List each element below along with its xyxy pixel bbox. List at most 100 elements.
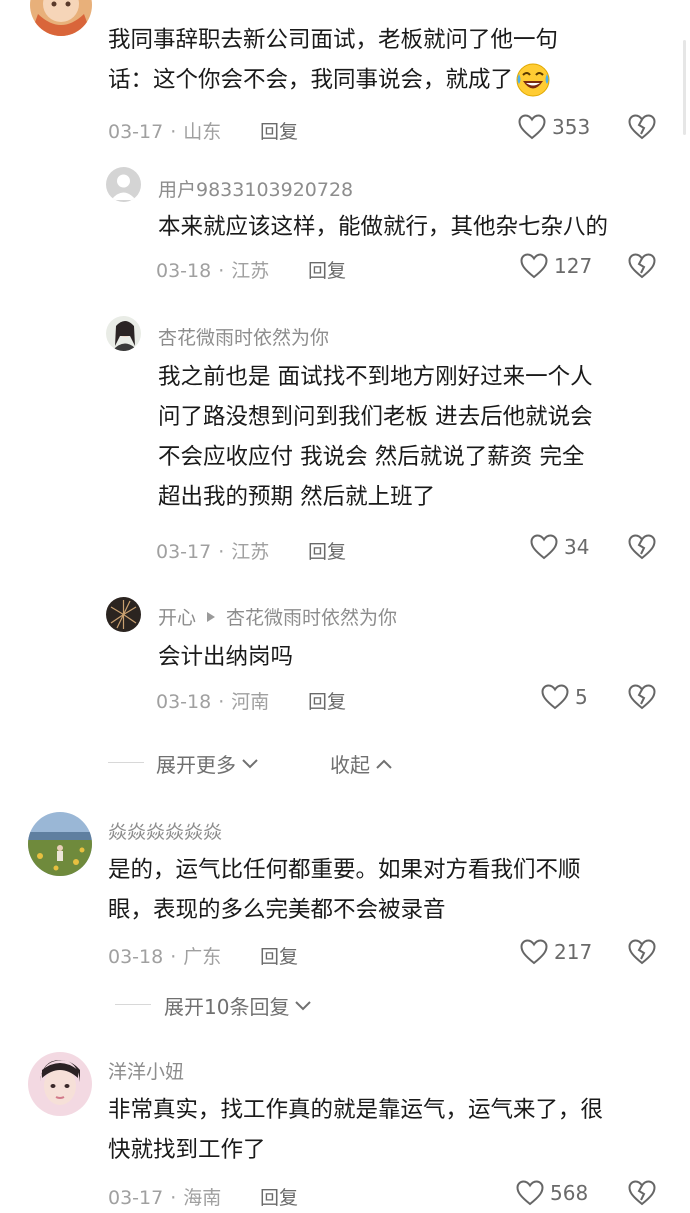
divider-line xyxy=(108,762,144,763)
avatar[interactable] xyxy=(106,167,141,202)
collapse-button[interactable]: 收起 xyxy=(330,749,394,778)
comment-text-line: 不会应收应付 我说会 然后就说了薪资 完全 xyxy=(158,444,585,470)
comment-text-line: 本来就应该这样，能做就行，其他杂七杂八的 xyxy=(158,214,609,240)
username[interactable]: 用户9833103920728 xyxy=(158,175,353,202)
reply-header: 开心 杏花微雨时依然为你 xyxy=(158,603,397,630)
comment-meta: 03-18 · 广东 xyxy=(108,942,221,969)
avatar[interactable] xyxy=(28,812,92,876)
heart-icon xyxy=(520,253,548,279)
comment-region: 江苏 xyxy=(231,260,270,282)
comment-region: 江苏 xyxy=(231,541,270,563)
broken-heart-icon xyxy=(628,534,656,560)
like-count: 127 xyxy=(554,254,593,278)
reply-button[interactable]: 回复 xyxy=(260,1183,298,1210)
comment-region: 河南 xyxy=(231,691,270,713)
comment-text-line: 眼，表现的多么完美都不会被录音 xyxy=(108,897,446,923)
reply-button[interactable]: 回复 xyxy=(260,117,298,144)
comment-meta: 03-17 · 海南 xyxy=(108,1183,221,1210)
broken-heart-icon xyxy=(628,684,656,710)
username[interactable]: 洋洋小妞 xyxy=(108,1057,184,1084)
reply-button[interactable]: 回复 xyxy=(308,256,346,283)
like-count: 34 xyxy=(564,535,590,559)
comment-text: 非常真实，找工作真的就是靠运气，运气来了，很 快就找到工作了 xyxy=(108,1090,603,1170)
avatar-image xyxy=(28,812,92,876)
divider-line xyxy=(115,1004,151,1005)
comment-text: 本来就应该这样，能做就行，其他杂七杂八的 xyxy=(158,207,608,247)
expand-replies-label: 展开10条回复 xyxy=(164,995,290,1019)
broken-heart-icon xyxy=(628,114,656,140)
heart-icon xyxy=(530,534,558,560)
avatar[interactable] xyxy=(30,0,92,36)
comment-date: 03-18 xyxy=(156,260,212,282)
dislike-button[interactable] xyxy=(628,684,656,714)
comment-region: 山东 xyxy=(183,121,222,143)
dislike-button[interactable] xyxy=(628,939,656,969)
like-button[interactable]: 34 xyxy=(530,534,589,560)
heart-icon xyxy=(520,939,548,965)
chevron-down-icon xyxy=(295,1000,312,1010)
comment-text-line: 我之前也是 面试找不到地方刚好过来一个人 xyxy=(158,364,593,390)
comment-date: 03-18 xyxy=(108,946,164,968)
like-button[interactable]: 353 xyxy=(518,114,590,140)
like-button[interactable]: 127 xyxy=(520,253,592,279)
meta-separator: · xyxy=(218,691,225,713)
comment-text: 会计出纳岗吗 xyxy=(158,637,293,677)
avatar[interactable] xyxy=(106,597,141,632)
comment-text-line: 是的，运气比任何都重要。如果对方看我们不顺 xyxy=(108,857,581,883)
scrollbar[interactable] xyxy=(683,40,686,135)
comment-meta: 03-18 · 江苏 xyxy=(156,256,269,283)
heart-icon xyxy=(518,114,546,140)
like-button[interactable]: 5 xyxy=(541,684,588,710)
dislike-button[interactable] xyxy=(628,534,656,564)
comment-text-line: 问了路没想到问到我们老板 进去后他就说会 xyxy=(158,404,593,430)
dislike-button[interactable] xyxy=(628,114,656,144)
broken-heart-icon xyxy=(628,1180,656,1206)
meta-separator: · xyxy=(218,541,225,563)
avatar[interactable] xyxy=(28,1052,92,1116)
comment-region: 广东 xyxy=(183,946,222,968)
reply-button[interactable]: 回复 xyxy=(260,942,298,969)
comment-region: 海南 xyxy=(183,1187,222,1209)
comment-date: 03-18 xyxy=(156,691,212,713)
broken-heart-icon xyxy=(628,253,656,279)
like-button[interactable]: 568 xyxy=(516,1180,588,1206)
like-count: 568 xyxy=(550,1181,589,1205)
avatar-image xyxy=(30,0,92,36)
broken-heart-icon xyxy=(628,939,656,965)
avatar[interactable] xyxy=(106,316,141,351)
meta-separator: · xyxy=(170,121,177,143)
collapse-label: 收起 xyxy=(330,753,370,777)
comment-meta: 03-18 · 河南 xyxy=(156,687,269,714)
meta-separator: · xyxy=(170,1187,177,1209)
username[interactable]: 焱焱焱焱焱焱 xyxy=(108,817,222,844)
username[interactable]: 开心 xyxy=(158,603,196,630)
reply-button[interactable]: 回复 xyxy=(308,687,346,714)
heart-icon xyxy=(516,1180,544,1206)
reply-button[interactable]: 回复 xyxy=(308,537,346,564)
username[interactable]: 杏花微雨时依然为你 xyxy=(158,323,329,350)
like-count: 5 xyxy=(575,685,588,709)
expand-more-label: 展开更多 xyxy=(156,753,236,777)
comment-meta: 03-17 · 山东 xyxy=(108,117,221,144)
avatar-image xyxy=(106,316,141,351)
dislike-button[interactable] xyxy=(628,253,656,283)
comment-text-line-content: 话：这个你会不会，我同事说会，就成了 xyxy=(108,67,514,93)
comment-meta: 03-17 · 江苏 xyxy=(156,537,269,564)
avatar-image xyxy=(28,1052,92,1116)
comment-text-line: 超出我的预期 然后就上班了 xyxy=(158,484,436,510)
reply-to-username[interactable]: 杏花微雨时依然为你 xyxy=(226,603,397,630)
expand-replies-button[interactable]: 展开10条回复 xyxy=(164,991,313,1020)
expand-more-button[interactable]: 展开更多 xyxy=(156,749,260,778)
avatar-image xyxy=(106,597,141,632)
comment-text: 是的，运气比任何都重要。如果对方看我们不顺 眼，表现的多么完美都不会被录音 xyxy=(108,850,581,930)
comment-text: 我之前也是 面试找不到地方刚好过来一个人 问了路没想到问到我们老板 进去后他就说… xyxy=(158,357,593,517)
comment-text-line: 快就找到工作了 xyxy=(108,1137,266,1163)
comment-date: 03-17 xyxy=(108,121,164,143)
comment-date: 03-17 xyxy=(108,1187,164,1209)
comment-text: 我同事辞职去新公司面试，老板就问了他一句 话：这个你会不会，我同事说会，就成了 xyxy=(108,20,558,100)
comment-text-line: 话：这个你会不会，我同事说会，就成了 xyxy=(108,60,558,100)
like-button[interactable]: 217 xyxy=(520,939,592,965)
like-count: 353 xyxy=(552,115,591,139)
default-user-icon xyxy=(106,167,141,202)
dislike-button[interactable] xyxy=(628,1180,656,1210)
